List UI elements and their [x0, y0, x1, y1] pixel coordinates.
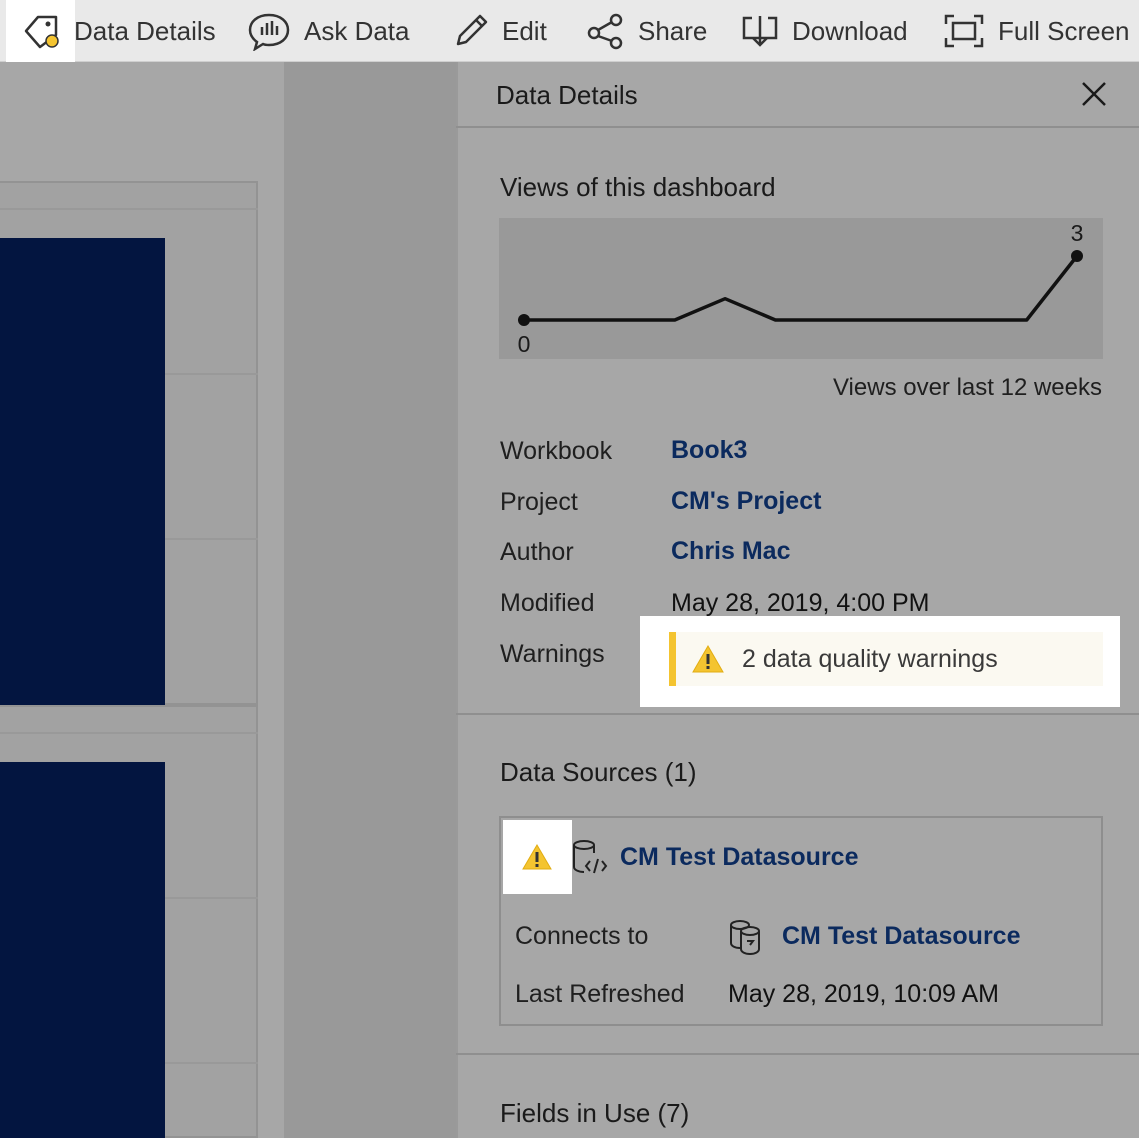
share-label: Share [638, 15, 708, 46]
dashboard-bar [0, 238, 165, 705]
full-screen-icon [942, 12, 986, 50]
data-details-label: Data Details [74, 15, 216, 46]
panel-divider [456, 713, 1139, 715]
data-details-button[interactable]: Data Details [22, 0, 216, 62]
project-link[interactable]: CM's Project [671, 487, 821, 516]
author-label: Author [500, 538, 574, 566]
sparkline-min-label: 0 [518, 331, 531, 357]
close-button[interactable] [1078, 78, 1110, 110]
views-caption: Views over last 12 weeks [832, 374, 1102, 401]
modified-value: May 28, 2019, 4:00 PM [671, 589, 930, 617]
toolbar: Data Details Ask Data Edit Share Downloa… [0, 0, 1139, 72]
edit-label: Edit [502, 15, 547, 46]
data-quality-warning[interactable]: 2 data quality warnings [669, 632, 1103, 686]
last-refreshed-label: Last Refreshed [515, 980, 685, 1008]
data-sources-title: Data Sources (1) [500, 757, 697, 787]
tag-warning-icon [22, 11, 62, 51]
sparkline-end-point [1071, 250, 1083, 262]
workbook-link[interactable]: Book3 [671, 436, 747, 465]
views-title: Views of this dashboard [500, 172, 776, 202]
share-button[interactable]: Share [586, 0, 707, 62]
share-icon [586, 12, 626, 50]
full-screen-button[interactable]: Full Screen [942, 0, 1130, 62]
fields-in-use-title[interactable]: Fields in Use (7) [500, 1098, 689, 1129]
data-source-warning-icon[interactable] [521, 843, 553, 871]
download-button[interactable]: Download [740, 0, 908, 62]
ask-data-label: Ask Data [304, 15, 410, 46]
panel-title: Data Details [496, 80, 638, 110]
dashboard-bar [0, 762, 165, 1138]
dashboard-gridline [0, 732, 258, 734]
edit-button[interactable]: Edit [452, 0, 547, 62]
warnings-label: Warnings [500, 640, 605, 668]
last-refreshed-value: May 28, 2019, 10:09 AM [728, 980, 1000, 1008]
download-icon [740, 12, 780, 50]
speech-bubble-icon [246, 11, 292, 51]
panel-divider [456, 126, 1139, 128]
sparkline-max-label: 3 [1071, 220, 1084, 246]
connected-database-icon [730, 920, 760, 955]
data-source-link[interactable]: CM Test Datasource [620, 843, 859, 872]
sparkline-series-line [524, 254, 1079, 322]
modified-label: Modified [500, 589, 595, 617]
pencil-icon [452, 12, 490, 50]
sparkline-start-point [518, 314, 530, 326]
published-datasource-icon [573, 840, 608, 874]
connected-datasource-link[interactable]: CM Test Datasource [782, 922, 1021, 951]
dashboard-gridline [0, 208, 258, 210]
warning-icon [692, 644, 724, 673]
project-label: Project [500, 488, 578, 516]
ask-data-button[interactable]: Ask Data [246, 0, 410, 62]
download-label: Download [792, 15, 908, 46]
author-link[interactable]: Chris Mac [671, 537, 790, 566]
warnings-text: 2 data quality warnings [742, 645, 998, 673]
dashboard-strip [284, 62, 456, 1138]
workbook-label: Workbook [500, 437, 613, 465]
panel-divider [456, 1053, 1139, 1055]
close-icon [1082, 82, 1106, 106]
connects-to-label: Connects to [515, 922, 649, 950]
views-sparkline: 3 0 [499, 218, 1103, 359]
full-screen-label: Full Screen [998, 15, 1130, 46]
warning-accent-bar [669, 632, 676, 686]
